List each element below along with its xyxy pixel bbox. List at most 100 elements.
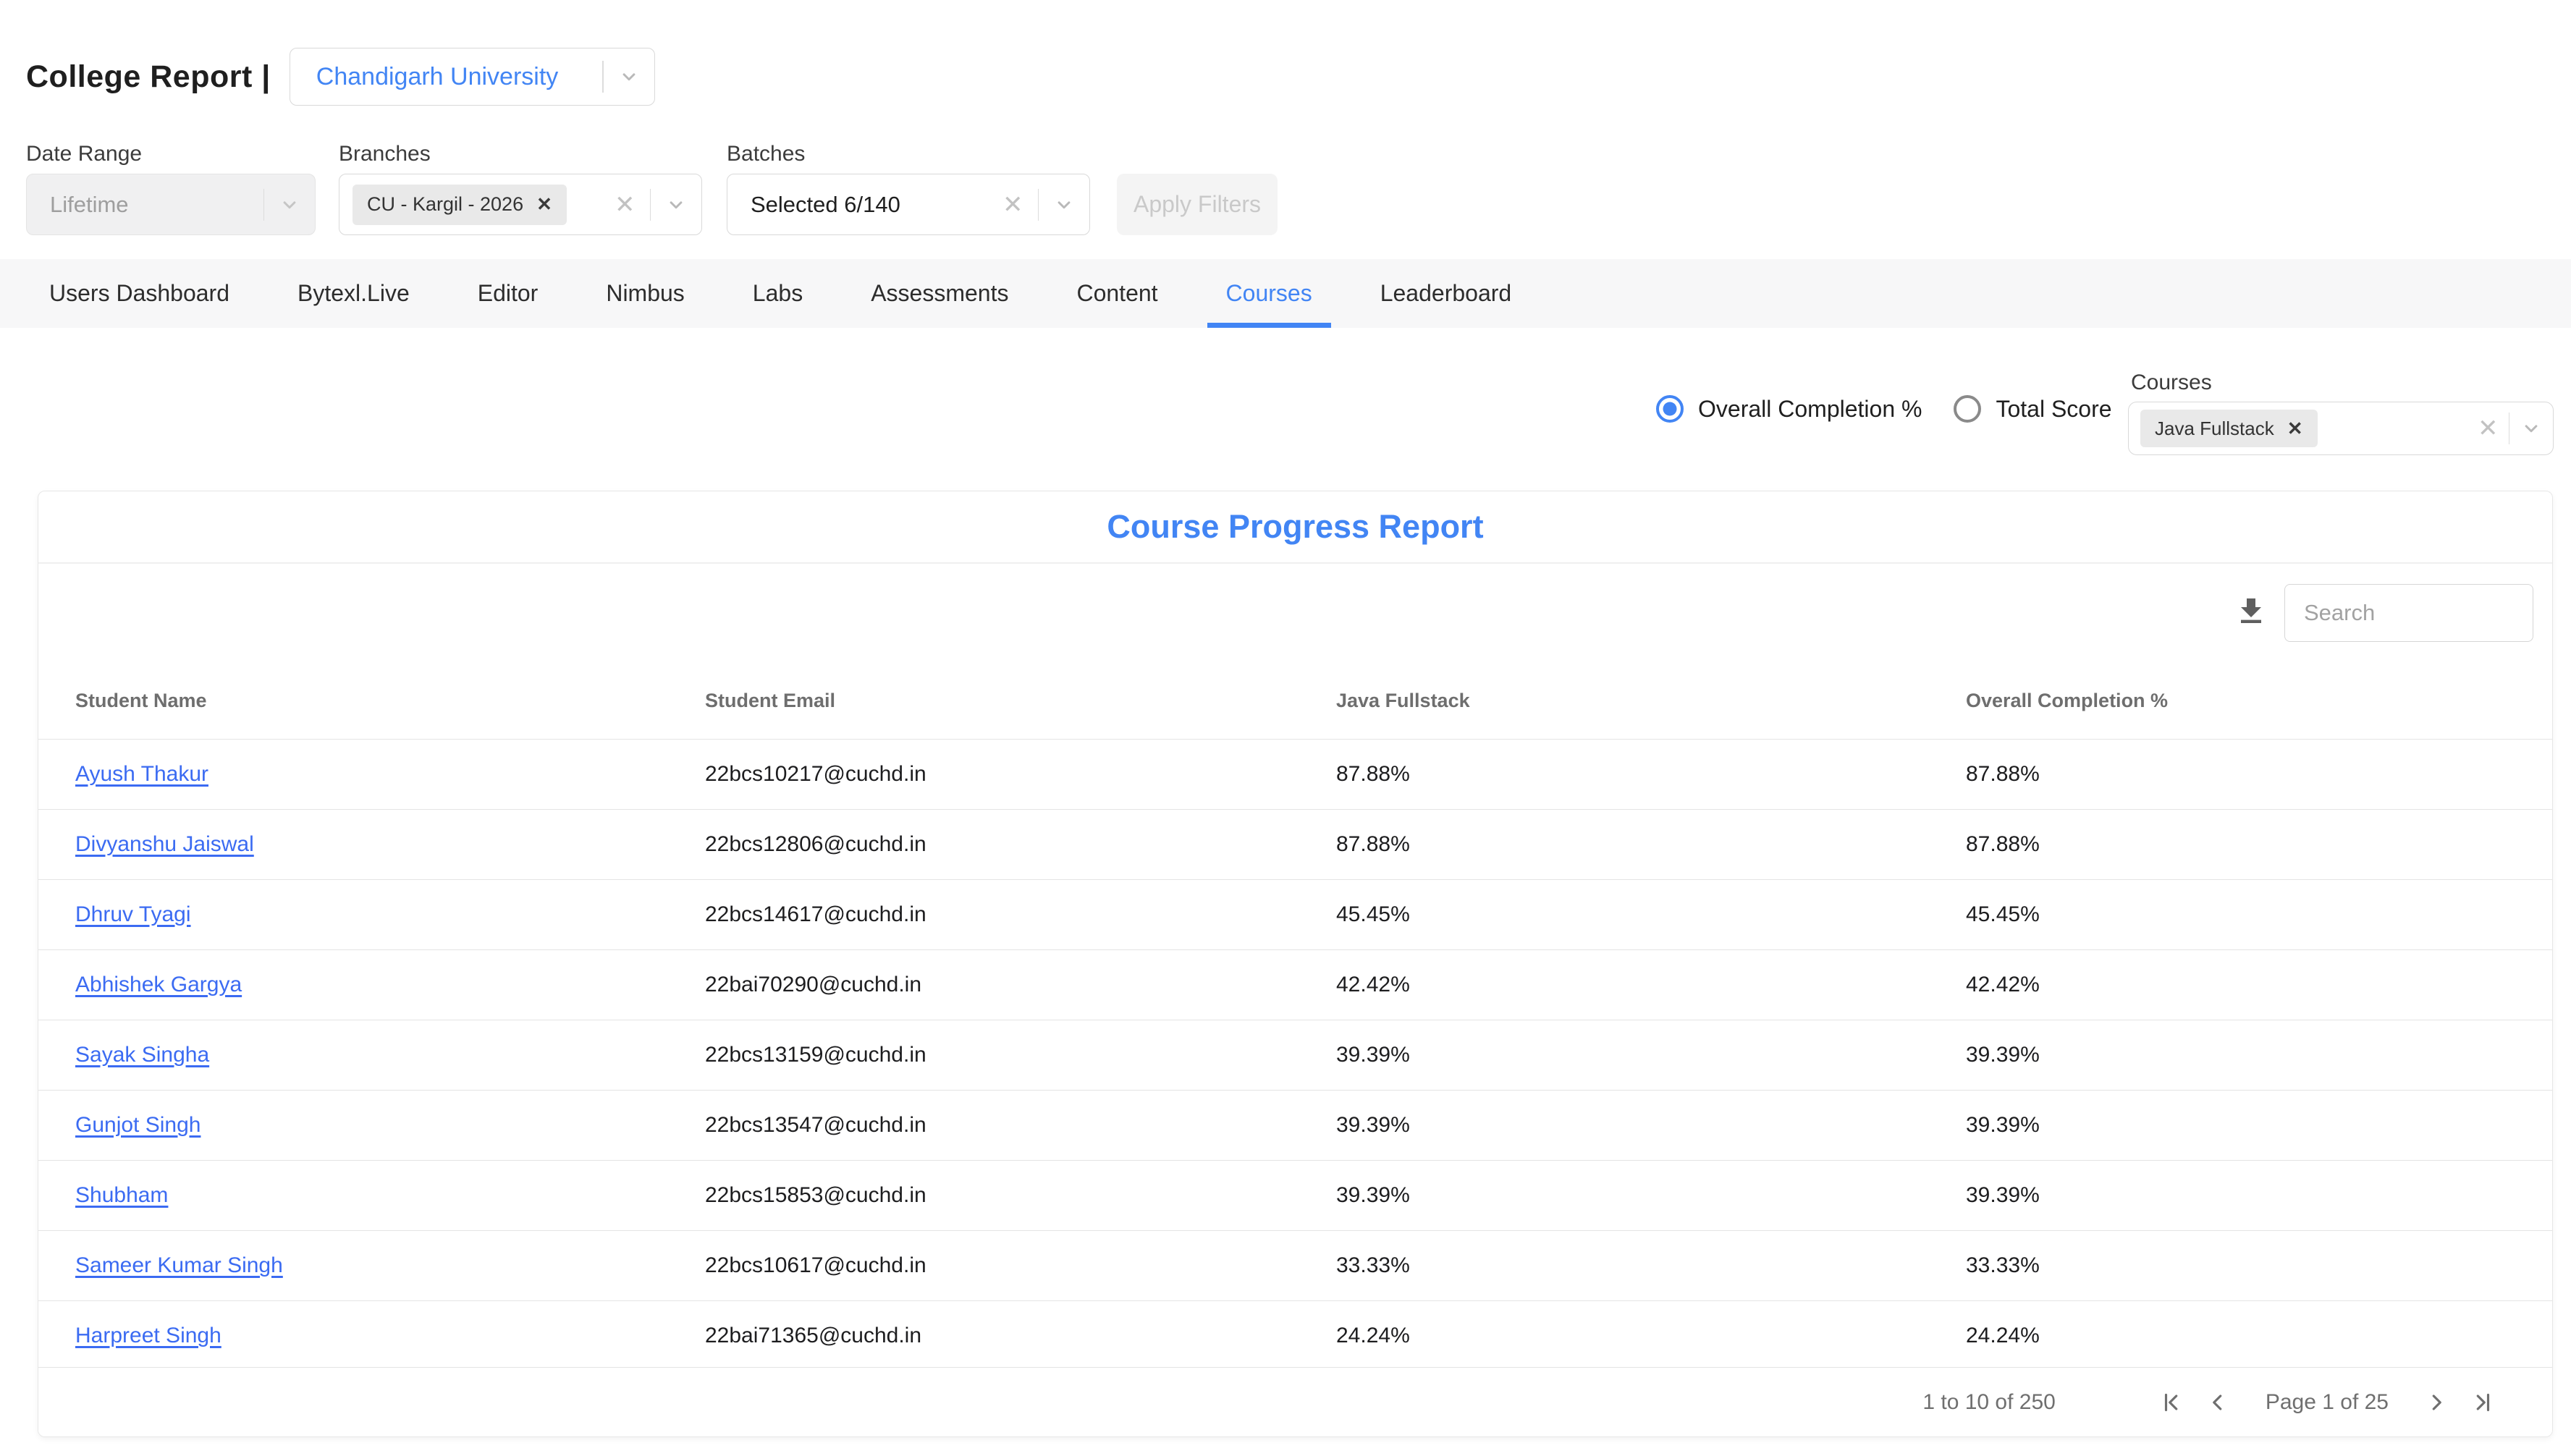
course-pct-cell: 87.88%	[1336, 762, 1966, 787]
next-page-icon[interactable]	[2413, 1389, 2460, 1415]
student-name-cell: Gunjot Singh	[75, 1113, 705, 1138]
date-range-label: Date Range	[26, 142, 142, 166]
chip-remove-icon[interactable]: ✕	[536, 193, 552, 216]
course-pct-cell: 42.42%	[1336, 973, 1966, 997]
branches-select[interactable]: CU - Kargil - 2026 ✕ ✕	[339, 174, 702, 235]
student-name-cell: Abhishek Gargya	[75, 973, 705, 997]
previous-page-icon[interactable]	[2195, 1389, 2241, 1415]
overall-pct-cell: 87.88%	[1966, 832, 2515, 857]
radio-overall-completion[interactable]: Overall Completion %	[1656, 395, 1922, 423]
date-range-select[interactable]: Lifetime	[26, 174, 316, 235]
student-name-link[interactable]: Dhruv Tyagi	[75, 902, 191, 926]
last-page-icon[interactable]	[2460, 1389, 2506, 1415]
radio-icon	[1954, 395, 1981, 423]
table-row: Shubham 22bcs15853@cuchd.in 39.39% 39.39…	[38, 1160, 2552, 1230]
table-toolbar	[38, 564, 2552, 662]
metric-radio-group: Overall Completion % Total Score	[1656, 395, 2112, 423]
overall-pct-cell: 39.39%	[1966, 1113, 2515, 1138]
branch-chip: CU - Kargil - 2026 ✕	[352, 185, 567, 225]
overall-pct-cell: 33.33%	[1966, 1253, 2515, 1278]
student-email-cell: 22bcs10617@cuchd.in	[705, 1253, 1336, 1278]
student-name-cell: Divyanshu Jaiswal	[75, 832, 705, 857]
student-email-cell: 22bcs15853@cuchd.in	[705, 1183, 1336, 1208]
tab[interactable]: Courses	[1207, 259, 1331, 328]
radio-total-score[interactable]: Total Score	[1954, 395, 2111, 423]
overall-pct-cell: 39.39%	[1966, 1183, 2515, 1208]
tab[interactable]: Editor	[459, 259, 557, 328]
student-name-link[interactable]: Gunjot Singh	[75, 1113, 200, 1137]
report-title-row: Course Progress Report	[38, 491, 2552, 564]
tab[interactable]: Users Dashboard	[30, 259, 248, 328]
student-name-link[interactable]: Sameer Kumar Singh	[75, 1253, 283, 1277]
overall-pct-cell: 45.45%	[1966, 902, 2515, 927]
clear-icon[interactable]: ✕	[2478, 414, 2509, 443]
chevron-down-icon[interactable]	[264, 194, 315, 216]
tab[interactable]: Leaderboard	[1362, 259, 1530, 328]
table-row: Divyanshu Jaiswal 22bcs12806@cuchd.in 87…	[38, 809, 2552, 879]
tab[interactable]: Content	[1057, 259, 1176, 328]
clear-icon[interactable]: ✕	[615, 190, 646, 219]
student-name-link[interactable]: Sayak Singha	[75, 1043, 209, 1067]
table-row: Gunjot Singh 22bcs13547@cuchd.in 39.39% …	[38, 1090, 2552, 1160]
chevron-down-icon[interactable]	[1039, 194, 1089, 216]
course-pct-cell: 33.33%	[1336, 1253, 1966, 1278]
tab[interactable]: Assessments	[852, 259, 1027, 328]
student-email-cell: 22bcs10217@cuchd.in	[705, 762, 1336, 787]
student-name-cell: Dhruv Tyagi	[75, 902, 705, 927]
report-title: Course Progress Report	[1107, 508, 1483, 546]
student-name-link[interactable]: Ayush Thakur	[75, 762, 208, 786]
tab[interactable]: Nimbus	[587, 259, 703, 328]
tab[interactable]: Labs	[734, 259, 822, 328]
overall-pct-cell: 24.24%	[1966, 1324, 2515, 1348]
chevron-down-icon[interactable]	[651, 194, 701, 216]
date-range-value: Lifetime	[40, 192, 259, 218]
clear-icon[interactable]: ✕	[1002, 190, 1034, 219]
chevron-down-icon[interactable]	[604, 66, 654, 88]
radio-icon	[1656, 395, 1684, 423]
course-pct-cell: 45.45%	[1336, 902, 1966, 927]
student-email-cell: 22bcs13547@cuchd.in	[705, 1113, 1336, 1138]
university-select-value: Chandigarh University	[316, 63, 603, 91]
tab-bar: Users Dashboard Bytexl.Live Editor Nimbu…	[0, 259, 2571, 328]
table-header: Student Name Student Email Java Fullstac…	[38, 662, 2552, 739]
courses-select[interactable]: Java Fullstack ✕ ✕	[2128, 402, 2554, 455]
student-email-cell: 22bai70290@cuchd.in	[705, 973, 1336, 997]
search-input[interactable]	[2284, 584, 2533, 642]
column-header-student-email: Student Email	[705, 690, 1336, 712]
batches-select[interactable]: Selected 6/140 ✕	[727, 174, 1090, 235]
tab[interactable]: Bytexl.Live	[279, 259, 428, 328]
table-row: Ayush Thakur 22bcs10217@cuchd.in 87.88% …	[38, 739, 2552, 809]
student-name-cell: Shubham	[75, 1183, 705, 1208]
page-header: College Report | Chandigarh University	[26, 48, 655, 106]
student-name-cell: Sameer Kumar Singh	[75, 1253, 705, 1278]
course-chip: Java Fullstack ✕	[2140, 410, 2318, 447]
page-title: College Report |	[26, 59, 271, 95]
radio-label: Total Score	[1996, 396, 2111, 423]
chip-remove-icon[interactable]: ✕	[2287, 418, 2303, 440]
student-email-cell: 22bcs12806@cuchd.in	[705, 832, 1336, 857]
chevron-down-icon[interactable]	[2509, 418, 2553, 439]
table-row: Sameer Kumar Singh 22bcs10617@cuchd.in 3…	[38, 1230, 2552, 1300]
column-header-course: Java Fullstack	[1336, 690, 1966, 712]
batches-value: Selected 6/140	[740, 192, 1002, 218]
first-page-icon[interactable]	[2148, 1389, 2195, 1415]
report-card: Course Progress Report Student Name Stud…	[38, 491, 2553, 1437]
student-name-cell: Sayak Singha	[75, 1043, 705, 1067]
table-row: Sayak Singha 22bcs13159@cuchd.in 39.39% …	[38, 1020, 2552, 1090]
column-header-student-name: Student Name	[75, 690, 705, 712]
course-chip-label: Java Fullstack	[2155, 418, 2274, 440]
student-name-cell: Ayush Thakur	[75, 762, 705, 787]
course-pct-cell: 39.39%	[1336, 1043, 1966, 1067]
overall-pct-cell: 39.39%	[1966, 1043, 2515, 1067]
apply-filters-button[interactable]: Apply Filters	[1117, 174, 1278, 235]
download-icon[interactable]	[2234, 594, 2268, 629]
university-select[interactable]: Chandigarh University	[290, 48, 655, 106]
course-pct-cell: 39.39%	[1336, 1183, 1966, 1208]
course-pct-cell: 24.24%	[1336, 1324, 1966, 1348]
course-pct-cell: 87.88%	[1336, 832, 1966, 857]
student-name-link[interactable]: Divyanshu Jaiswal	[75, 832, 254, 856]
student-name-link[interactable]: Harpreet Singh	[75, 1324, 221, 1347]
student-name-link[interactable]: Abhishek Gargya	[75, 973, 242, 996]
student-name-link[interactable]: Shubham	[75, 1183, 168, 1207]
batches-label: Batches	[727, 142, 805, 166]
